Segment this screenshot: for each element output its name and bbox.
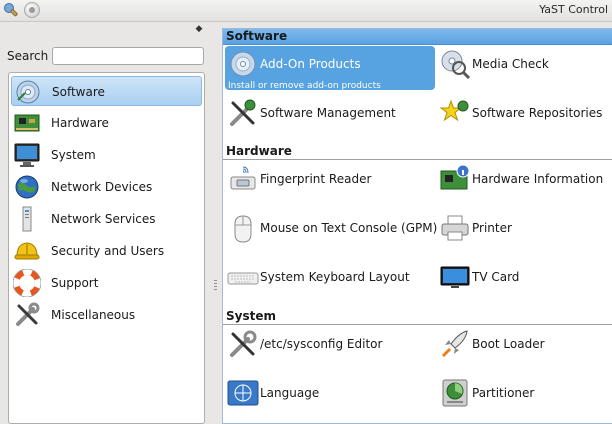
mouse-icon	[227, 212, 259, 244]
module-label-add-on-products: Add-On Products	[260, 57, 361, 71]
group-header-software: Software	[223, 29, 612, 45]
pane-splitter[interactable]	[211, 22, 221, 424]
category-item-software[interactable]: Software	[11, 76, 202, 106]
category-item-support[interactable]: Support	[11, 268, 202, 298]
keyboard-icon	[227, 261, 259, 293]
language-globe-icon	[227, 377, 259, 409]
module-description-add-on-products: Install or remove add-on products	[228, 81, 381, 91]
monitor-icon	[13, 141, 41, 169]
module-software-repositories[interactable]: Software Repositories	[437, 95, 612, 139]
module-sysconfig-editor[interactable]: /etc/sysconfig Editor	[225, 326, 435, 370]
module-hardware-information[interactable]: Hardware Information	[437, 161, 612, 205]
module-label-fingerprint-reader: Fingerprint Reader	[260, 172, 372, 186]
module-media-check[interactable]: Media Check	[437, 46, 612, 90]
boot-loader-rocket-icon	[439, 328, 471, 360]
module-label-partitioner: Partitioner	[472, 386, 535, 400]
module-add-on-products[interactable]: Add-On Products Install or remove add-on…	[225, 46, 435, 91]
module-language[interactable]: Language	[225, 375, 435, 419]
circuit-board-icon	[13, 109, 41, 137]
sysconfig-editor-icon	[227, 328, 259, 360]
category-item-system[interactable]: System	[11, 140, 202, 170]
group-header-hardware: Hardware	[223, 144, 612, 160]
window-title: YaST Control	[539, 3, 608, 16]
add-on-disc-icon	[227, 48, 259, 80]
yast-app-icon[interactable]	[3, 2, 19, 18]
module-tv-card[interactable]: TV Card	[437, 259, 612, 303]
category-item-network-services[interactable]: Network Services	[11, 204, 202, 234]
partitioner-disk-icon	[439, 377, 471, 409]
module-label-hardware-information: Hardware Information	[472, 172, 604, 186]
fingerprint-reader-icon	[227, 163, 259, 195]
hard-hat-icon	[13, 237, 41, 265]
lifebuoy-icon	[12, 268, 42, 298]
module-label-software-management: Software Management	[260, 106, 396, 120]
module-software-management[interactable]: Software Management	[225, 95, 435, 139]
module-label-tv-card: TV Card	[472, 270, 520, 284]
category-label-support: Support	[51, 276, 99, 290]
module-label-sysconfig-editor: /etc/sysconfig Editor	[260, 337, 383, 351]
window-menu-button[interactable]	[24, 2, 40, 18]
hardware-information-icon	[439, 163, 471, 195]
globe-network-icon	[13, 173, 41, 201]
category-label-security-and-users: Security and Users	[51, 244, 165, 258]
tv-card-icon	[439, 261, 471, 293]
module-printer[interactable]: Printer	[437, 210, 612, 254]
search-label: Search	[7, 49, 49, 63]
module-label-media-check: Media Check	[472, 57, 549, 71]
category-item-hardware[interactable]: Hardware	[11, 108, 202, 138]
category-label-software: Software	[52, 85, 105, 99]
software-management-icon	[227, 97, 259, 129]
category-label-miscellaneous: Miscellaneous	[51, 308, 136, 322]
module-label-software-repositories: Software Repositories	[472, 106, 603, 120]
pane-toggle-icon[interactable]: ◆	[194, 24, 204, 34]
printer-icon	[439, 212, 471, 244]
category-pane: ◆ Search Software Hardware System Networ…	[0, 22, 210, 424]
module-label-boot-loader: Boot Loader	[472, 337, 545, 351]
title-bar: YaST Control	[0, 0, 612, 22]
media-check-icon	[439, 48, 471, 80]
category-list: Software Hardware System Network Devices…	[8, 72, 205, 424]
splitter-grip-icon	[214, 280, 217, 290]
module-partitioner[interactable]: Partitioner	[437, 375, 612, 419]
category-label-network-services: Network Services	[51, 212, 156, 226]
module-label-system-keyboard-layout: System Keyboard Layout	[260, 270, 410, 284]
category-item-security-and-users[interactable]: Security and Users	[11, 236, 202, 266]
module-fingerprint-reader[interactable]: Fingerprint Reader	[225, 161, 435, 205]
module-label-language: Language	[260, 386, 320, 400]
category-item-network-devices[interactable]: Network Devices	[11, 172, 202, 202]
module-pane: Software Add-On Products Install or remo…	[222, 28, 612, 424]
search-input[interactable]	[52, 47, 204, 65]
module-label-printer: Printer	[472, 221, 512, 235]
category-label-network-devices: Network Devices	[51, 180, 153, 194]
network-services-icon	[13, 205, 41, 233]
module-system-keyboard-layout[interactable]: System Keyboard Layout	[225, 259, 435, 303]
software-repositories-icon	[439, 97, 471, 129]
category-item-miscellaneous[interactable]: Miscellaneous	[11, 300, 202, 330]
module-boot-loader[interactable]: Boot Loader	[437, 326, 612, 370]
module-mouse-on-text-console[interactable]: Mouse on Text Console (GPM)	[225, 210, 438, 254]
tools-icon	[13, 301, 41, 329]
software-disc-icon	[14, 78, 42, 106]
category-label-system: System	[51, 148, 96, 162]
group-header-system: System	[223, 309, 612, 325]
module-label-mouse-on-text-console: Mouse on Text Console (GPM)	[260, 221, 438, 235]
category-label-hardware: Hardware	[51, 116, 109, 130]
